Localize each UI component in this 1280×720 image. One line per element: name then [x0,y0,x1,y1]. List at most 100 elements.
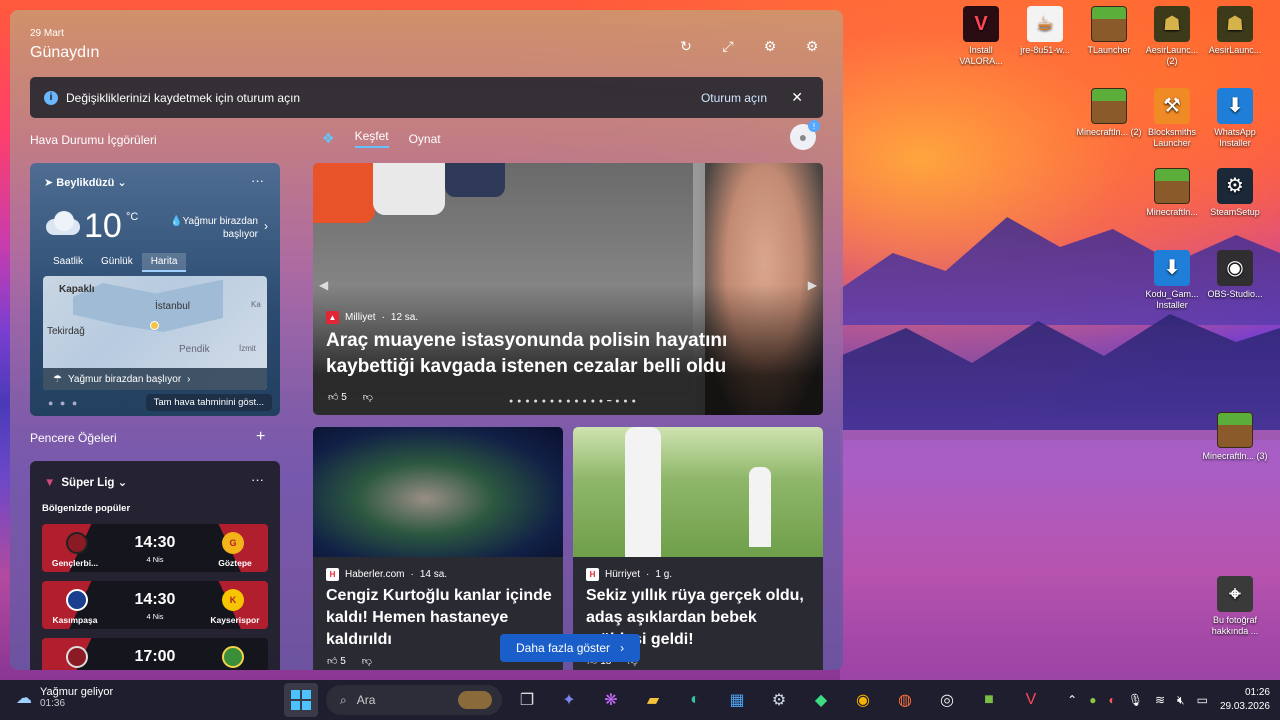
super-lig-widget[interactable]: ▼ Süper Lig ⌄ ··· Bölgenizde popüler G Ge… [30,461,280,670]
start-button[interactable] [284,683,318,717]
like-button[interactable]: 👍︎ 5 [328,391,347,403]
chevron-right-icon: › [620,641,625,655]
separator: · [410,569,414,580]
firefox-icon[interactable]: ◍ [888,683,922,717]
settings-icon[interactable]: ⚙ [803,38,821,55]
obs-icon[interactable]: ◎ [930,683,964,717]
desktop-icon-steamsetup[interactable]: ⚙ SteamSetup [1202,168,1268,218]
match-row[interactable]: 17:00 [42,638,268,670]
taskbar-weather[interactable]: ☁ Yağmur geliyor 01:36 [16,686,113,709]
download-icon: ⬇ [1154,250,1190,286]
thumbs-down-icon[interactable]: 👎︎ [362,655,372,667]
carousel-pager[interactable]: ● ● ● ● ● ● ● ● ● ● ● ● ━ ● ● ● [509,397,637,405]
teams-icon[interactable]: ✦ [552,683,586,717]
like-button[interactable]: 👍︎ 5 [327,655,346,667]
source-name: Hürriyet [605,569,641,580]
tab-play[interactable]: Oynat [409,132,441,146]
tab-daily[interactable]: Günlük [92,253,142,272]
microsoft-store-icon[interactable]: ▦ [720,683,754,717]
show-more-button[interactable]: Daha fazla göster › [500,634,641,662]
hero-news-card[interactable]: ◀ ▶ ▲ Milliyet · 12 sa. Araç muayene ist… [313,163,823,415]
wifi-icon[interactable]: ≋ [1155,693,1165,707]
news-image-detail [749,467,771,547]
taskbar-search[interactable]: ⌕ Ara [326,685,502,715]
tab-map[interactable]: Harita [141,253,187,272]
reactions: 👍︎ 5 👎︎ [327,655,372,667]
tab-discover[interactable]: Keşfet [354,129,389,148]
clock[interactable]: 01:26 29.03.2026 [1220,686,1270,714]
weather-widget[interactable]: ➤ Beylikdüzü ⌄ ··· 10 °C 💧Yağmur birazda… [30,163,280,416]
copilot-icon[interactable]: ❋ [594,683,628,717]
chevron-right-icon[interactable]: ▶ [808,278,817,292]
people-icon[interactable]: ⚙ [761,38,779,55]
grass-block-icon [1217,412,1253,448]
rain-cloud-icon: ☁ [16,689,32,707]
league-subtitle: Bölgenizde popüler [42,503,131,514]
profile-avatar[interactable]: ● ! [790,120,820,150]
banner-text: Değişikliklerinizi kaydetmek için oturum… [66,90,301,105]
task-view-icon[interactable]: ❐ [510,683,544,717]
steam-icon[interactable]: ⚙ [762,683,796,717]
map-label: Tekirdağ [47,326,85,337]
close-icon[interactable]: ✕ [791,89,803,106]
desktop-icon-minecraft-3[interactable]: Minecraftln... (3) [1202,412,1268,462]
weather-description-text: Yağmur birazdan başlıyor [182,216,258,240]
chevron-left-icon[interactable]: ◀ [319,278,328,292]
file-explorer-icon[interactable]: ▰ [636,683,670,717]
desktop-icon-label: WhatsApp Installer [1214,127,1256,148]
full-forecast-button[interactable]: Tam hava tahminini göst... [145,394,272,411]
news-headline[interactable]: Araç muayene istasyonunda polisin hayatı… [326,328,746,380]
carousel-dots[interactable]: ● ● ● [48,398,79,408]
edge-icon[interactable]: ◐ [678,683,712,717]
desktop-icon-install-valorant[interactable]: V Install VALORA... [948,6,1014,67]
add-widget-button[interactable]: + [256,428,265,446]
desktop-icon-label: SteamSetup [1210,207,1260,217]
haberler-logo-icon: H [326,568,339,581]
weather-map[interactable]: Kapaklı İstanbul Tekirdağ Pendik İzmit K… [43,276,267,390]
minecraft-icon[interactable]: ■ [972,683,1006,717]
volume-muted-icon[interactable]: 🔇︎ [1177,693,1185,708]
chevron-up-icon[interactable]: ⌃ [1067,693,1077,707]
obs-icon: ◉ [1217,250,1253,286]
location-selector[interactable]: ➤ Beylikdüzü ⌄ [44,176,127,189]
match-row[interactable]: G Gençlerbi... Göztepe 14:30 4 Nis [42,524,268,572]
signin-link[interactable]: Oturum açın [701,91,767,105]
desktop-icon-minecraft-2[interactable]: Minecraftln... (2) [1076,88,1142,138]
clock-time: 01:26 [1244,687,1270,698]
league-selector[interactable]: ▼ Süper Lig ⌄ [44,475,127,489]
chrome-icon[interactable]: ◉ [846,683,880,717]
desktop-icon-whatsapp-installer[interactable]: ⬇ WhatsApp Installer [1202,88,1268,149]
desktop-icon-label: Minecraftln... (3) [1202,451,1268,461]
microphone-icon[interactable]: 🎙︎ [1128,693,1143,707]
desktop-icon-obs-studio[interactable]: ◉ OBS-Studio... [1202,250,1268,300]
search-highlight-icon [458,691,492,709]
desktop-icon-tlauncher[interactable]: TLauncher [1076,6,1142,56]
desktop-icon-label: Install VALORA... [959,45,1003,66]
desktop-icon-aesirlauncher[interactable]: ☗ AesirLaunc... [1202,6,1268,56]
expand-icon[interactable]: ⤢ [719,38,737,55]
desktop-icon-blocksmiths[interactable]: ⚒ Blocksmiths Launcher [1139,88,1205,149]
tray-app-icon[interactable]: ● [1089,693,1096,707]
tab-hourly[interactable]: Saatlik [44,253,92,272]
android-icon[interactable]: ◆ [804,683,838,717]
thumbs-down-icon[interactable]: 👎︎ [363,391,373,403]
tray-app-icon[interactable]: ◐ [1108,693,1115,707]
desktop-icon-kodu-installer[interactable]: ⬇ Kodu_Gam... Installer [1139,250,1205,311]
more-options-icon[interactable]: ··· [251,472,264,487]
feed-logo-icon: ❖ [322,130,335,146]
more-options-icon[interactable]: ··· [251,173,264,188]
valorant-icon[interactable]: V [1014,683,1048,717]
temperature-unit[interactable]: °C [126,211,138,223]
chevron-right-icon[interactable]: › [264,219,268,233]
rain-alert[interactable]: ☂ Yağmur birazdan başlıyor › [43,368,267,390]
match-row[interactable]: K Kasımpaşa Kayserispor 14:30 4 Nis [42,581,268,629]
news-image [313,427,563,557]
location-name: Beylikdüzü [56,177,115,189]
battery-icon[interactable]: ▭ [1197,693,1208,707]
desktop-icon-aesirlauncher-2[interactable]: ☗ AesirLaunc... (2) [1139,6,1205,67]
desktop-icon-about-photo[interactable]: ⌖ Bu fotoğraf hakkında ... [1202,576,1268,637]
refresh-icon[interactable]: ↻ [677,38,695,55]
desktop-icon-minecraft[interactable]: Minecraftln... [1139,168,1205,218]
desktop-icon-jre[interactable]: ☕ jre-8u51-w... [1012,6,1078,56]
clock-date: 29.03.2026 [1219,701,1270,712]
